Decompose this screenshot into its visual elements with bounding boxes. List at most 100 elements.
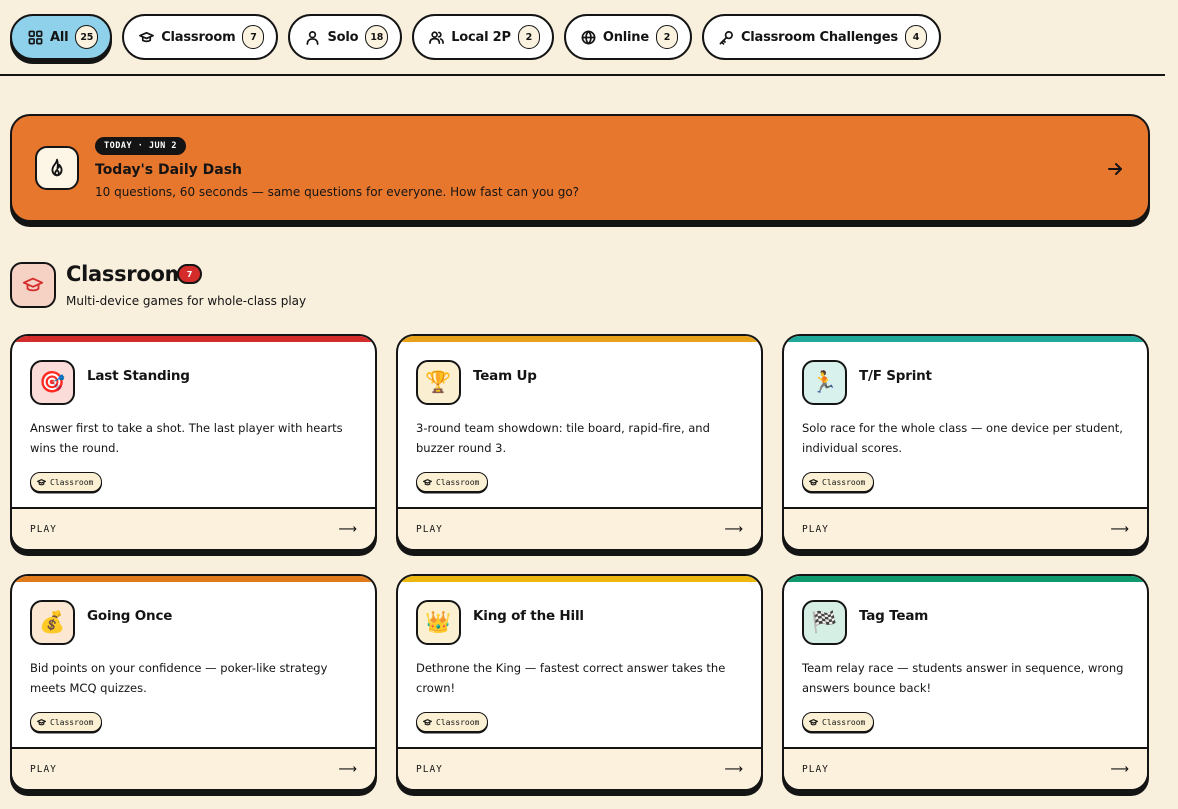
play-label: PLAY <box>30 523 57 535</box>
arrow-right-icon: ⟶ <box>724 761 743 777</box>
play-button[interactable]: PLAY ⟶ <box>12 507 375 549</box>
section-count-badge: 7 <box>177 264 202 284</box>
tag-label: Classroom <box>436 717 480 727</box>
section-title: Classroom <box>66 262 187 286</box>
filter-label: Classroom <box>161 29 236 45</box>
filter-label: Online <box>602 29 649 45</box>
daily-title: Today's Daily Dash <box>95 162 242 178</box>
game-card-grid: 🎯 Last Standing Answer first to take a s… <box>10 334 1149 791</box>
game-card-king-of-the-hill[interactable]: 👑 King of the Hill Dethrone the King — f… <box>396 574 763 791</box>
graduation-cap-icon <box>423 478 432 485</box>
daily-dash-banner[interactable]: TODAY · JUN 2 Today's Daily Dash 10 ques… <box>10 114 1150 222</box>
category-filter-bar: All 25 Classroom 7 Solo 18 Local 2P 2 On… <box>10 14 941 60</box>
category-tag: Classroom <box>416 472 489 492</box>
arrow-right-icon: ⟶ <box>338 761 357 777</box>
card-title: Team Up <box>473 368 537 384</box>
game-card-last-standing[interactable]: 🎯 Last Standing Answer first to take a s… <box>10 334 377 551</box>
card-accent-stripe <box>784 336 1147 342</box>
tag-label: Classroom <box>50 717 94 727</box>
card-description: Team relay race — students answer in seq… <box>802 661 1124 695</box>
graduation-cap-icon <box>423 718 432 725</box>
play-button[interactable]: PLAY ⟶ <box>398 507 761 549</box>
play-button[interactable]: PLAY ⟶ <box>784 507 1147 549</box>
money-bag-icon: 💰 <box>30 600 75 645</box>
arrow-right-icon: ⟶ <box>1110 521 1129 537</box>
card-accent-stripe <box>12 576 375 582</box>
arrow-right-icon: ⟶ <box>724 521 743 537</box>
graduation-cap-icon <box>809 718 818 725</box>
filter-label: Solo <box>327 29 359 45</box>
card-title: Tag Team <box>859 608 929 624</box>
target-icon: 🎯 <box>30 360 75 405</box>
filter-count: 18 <box>365 25 389 49</box>
category-tag: Classroom <box>802 472 875 492</box>
graduation-cap-icon <box>37 718 46 725</box>
card-title: T/F Sprint <box>859 368 932 384</box>
category-tag: Classroom <box>30 712 103 732</box>
graduation-cap-icon <box>139 31 155 42</box>
card-description: Solo race for the whole class — one devi… <box>802 421 1123 455</box>
flame-icon <box>35 146 79 190</box>
card-description: 3-round team showdown: tile board, rapid… <box>416 421 710 455</box>
filter-count: 4 <box>904 25 927 49</box>
tag-label: Classroom <box>436 477 480 487</box>
card-accent-stripe <box>398 336 761 342</box>
arrow-right-icon: ⟶ <box>338 521 357 537</box>
filter-count: 2 <box>655 25 678 49</box>
filter-online[interactable]: Online 2 <box>563 14 692 60</box>
filter-label: Local 2P <box>451 29 511 45</box>
card-accent-stripe <box>12 336 375 342</box>
grid-icon <box>28 30 43 44</box>
arrow-right-icon[interactable] <box>1106 160 1124 178</box>
checkered-flag-icon: 🏁 <box>802 600 847 645</box>
filter-count: 2 <box>517 25 540 49</box>
card-title: Going Once <box>87 608 173 624</box>
trophy-icon: 🏆 <box>416 360 461 405</box>
filter-label: Classroom Challenges <box>740 29 898 45</box>
user-icon <box>306 30 319 45</box>
tag-label: Classroom <box>822 717 866 727</box>
game-card-team-up[interactable]: 🏆 Team Up 3-round team showdown: tile bo… <box>396 334 763 551</box>
section-subtitle: Multi-device games for whole-class play <box>66 294 307 308</box>
filter-label: All <box>50 29 69 45</box>
graduation-cap-icon <box>37 478 46 485</box>
game-card-tag-team[interactable]: 🏁 Tag Team Team relay race — students an… <box>782 574 1149 791</box>
graduation-cap-icon <box>10 262 56 308</box>
arrow-right-icon: ⟶ <box>1110 761 1129 777</box>
card-accent-stripe <box>784 576 1147 582</box>
tag-label: Classroom <box>50 477 94 487</box>
globe-icon <box>581 30 596 44</box>
filter-solo[interactable]: Solo 18 <box>288 14 403 60</box>
filter-local-2p[interactable]: Local 2P 2 <box>412 14 554 60</box>
card-accent-stripe <box>398 576 761 582</box>
category-tag: Classroom <box>30 472 103 492</box>
runner-icon: 🏃 <box>802 360 847 405</box>
card-description: Dethrone the King — fastest correct answ… <box>416 661 726 695</box>
filter-count: 25 <box>75 25 99 49</box>
play-button[interactable]: PLAY ⟶ <box>398 747 761 789</box>
filter-classroom-challenges[interactable]: Classroom Challenges 4 <box>701 14 941 60</box>
category-tag: Classroom <box>802 712 875 732</box>
users-icon <box>429 30 445 44</box>
play-label: PLAY <box>416 523 443 535</box>
play-label: PLAY <box>802 763 829 775</box>
game-card-tf-sprint[interactable]: 🏃 T/F Sprint Solo race for the whole cla… <box>782 334 1149 551</box>
tag-label: Classroom <box>822 477 866 487</box>
filter-count: 7 <box>242 25 265 49</box>
date-badge: TODAY · JUN 2 <box>95 137 187 155</box>
card-description: Bid points on your confidence — poker-li… <box>30 661 328 695</box>
graduation-cap-icon <box>809 478 818 485</box>
crown-icon: 👑 <box>416 600 461 645</box>
game-card-going-once[interactable]: 💰 Going Once Bid points on your confiden… <box>10 574 377 791</box>
filter-all[interactable]: All 25 <box>10 14 113 60</box>
play-label: PLAY <box>802 523 829 535</box>
card-title: Last Standing <box>87 368 190 384</box>
filter-classroom[interactable]: Classroom 7 <box>122 14 279 60</box>
play-button[interactable]: PLAY ⟶ <box>784 747 1147 789</box>
key-icon <box>719 30 733 45</box>
card-title: King of the Hill <box>473 608 584 624</box>
category-tag: Classroom <box>416 712 489 732</box>
play-button[interactable]: PLAY ⟶ <box>12 747 375 789</box>
daily-description: 10 questions, 60 seconds — same question… <box>95 185 580 199</box>
card-description: Answer first to take a shot. The last pl… <box>30 421 343 455</box>
